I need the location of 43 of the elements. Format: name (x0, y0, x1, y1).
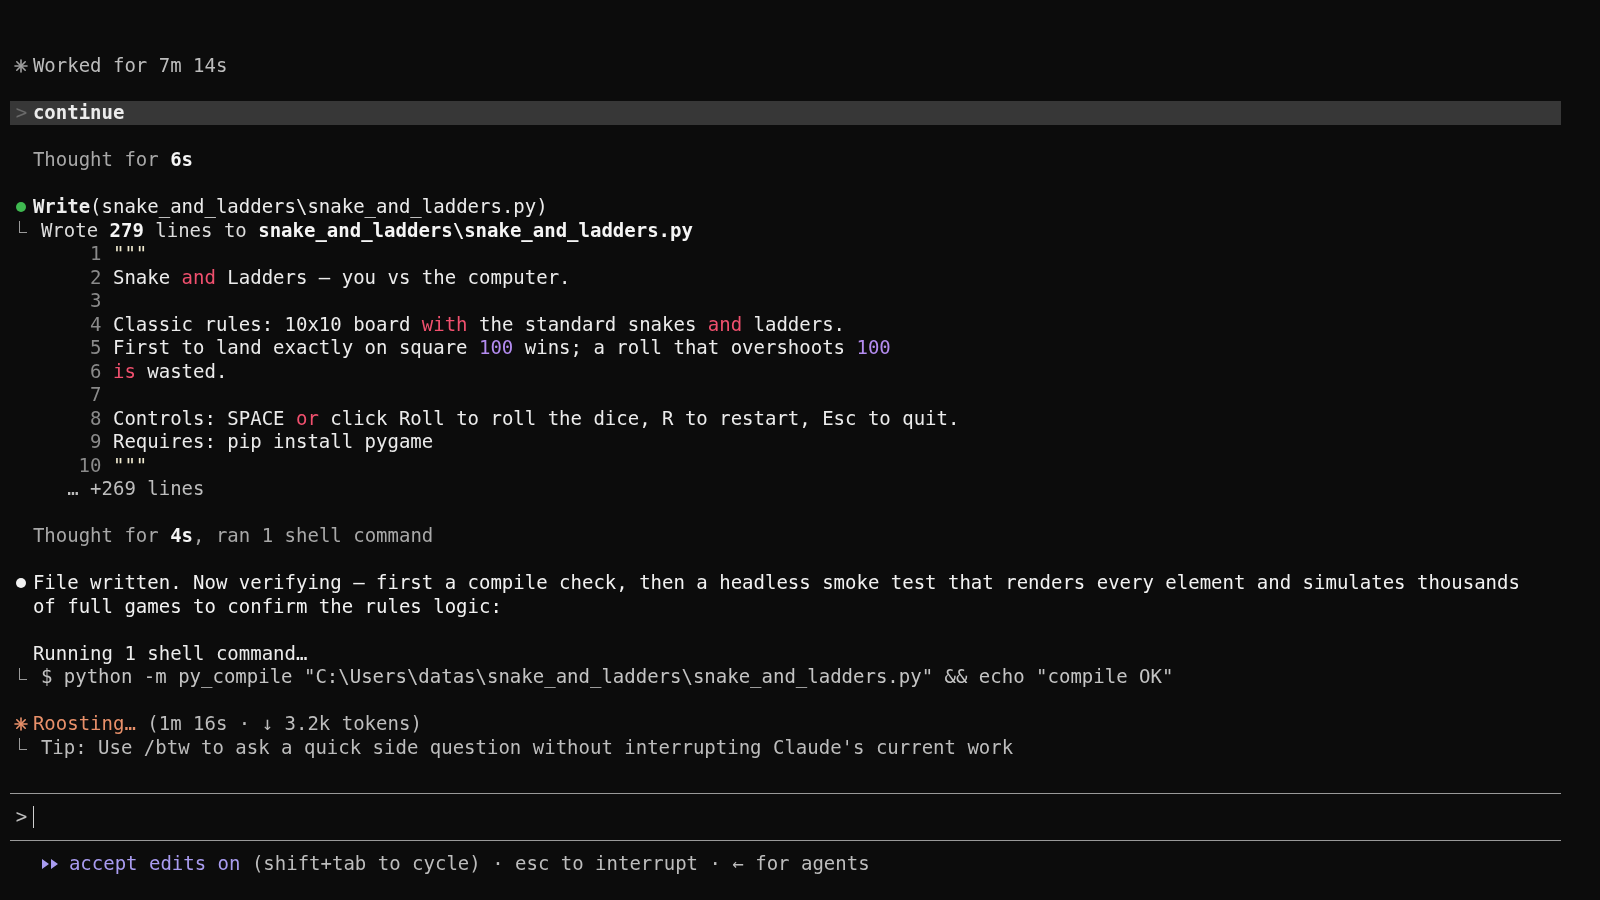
prompt-glyph: > (15, 101, 28, 125)
line-number: 1 (89, 242, 102, 266)
tree-branch-icon (19, 221, 28, 234)
user-message: continue (32, 101, 125, 125)
tip-text: Tip: Use /btw to ask a quick side question without interrupting Claude's current work (40, 735, 1014, 759)
asterisk-icon (14, 716, 29, 731)
shell-command: $ python -m py_compile "C:\Users\datas\snake_and_ladders\snake_and_ladders.py" && echo "compile OK" (40, 665, 1174, 689)
tool-result: Wrote 279 lines to snake_and_ladders\snake_and_ladders.py (40, 218, 693, 242)
code-line: Snake and Ladders – you vs the computer. (112, 265, 571, 289)
thought-note: Thought for 4s, ran 1 shell command (32, 524, 434, 548)
more-lines-note: … +269 lines (67, 477, 205, 501)
asterisk-icon (14, 58, 29, 73)
code-line: Classic rules: 10x10 board with the standard snakes and ladders. (112, 312, 846, 336)
line-number: 8 (89, 406, 102, 430)
spinner-verb: Roosting… (32, 712, 136, 736)
spinner-meta: (1m 16s · ↓ 3.2k tokens) (146, 712, 422, 736)
code-line: First to land exactly on square 100 wins; a roll that overshoots 100 (112, 336, 891, 360)
tree-branch-icon (19, 667, 28, 680)
code-line: Controls: SPACE or click Roll to roll the dice, R to restart, Esc to quit. (112, 406, 960, 430)
line-number: 10 (77, 453, 102, 477)
line-number: 9 (89, 430, 102, 454)
assistant-message: File written. Now verifying – first a compile check, then a headless smoke test that renders every element and simulates thousands of full games to confirm the rules logic: (32, 571, 1521, 618)
line-number: 4 (89, 312, 102, 336)
thought-note: Thought for 6s (32, 148, 194, 172)
code-line: """ (112, 242, 148, 266)
line-number: 2 (89, 265, 102, 289)
tree-branch-icon (19, 738, 28, 751)
running-status: Running 1 shell command… (32, 641, 308, 665)
line-number: 7 (89, 383, 102, 407)
tool-args: (snake_and_ladders\snake_and_ladders.py) (90, 195, 548, 219)
code-line: is wasted. (112, 359, 228, 383)
footer-hint: (shift+tab to cycle) · esc to interrupt · ← for agents (250, 852, 870, 876)
mode-label: accept edits on (68, 852, 241, 876)
line-number: 6 (89, 359, 102, 383)
line-number: 5 (89, 336, 102, 360)
text-cursor (32, 806, 35, 828)
code-line: Requires: pip install pygame (112, 430, 434, 454)
line-number: 3 (89, 289, 102, 313)
tool-name: Write (32, 195, 91, 217)
code-line: """ (112, 453, 148, 477)
input-field[interactable]: > (10, 793, 1561, 841)
prompt-glyph: > (15, 805, 28, 829)
status-text: Worked for 7m 14s (32, 54, 228, 78)
